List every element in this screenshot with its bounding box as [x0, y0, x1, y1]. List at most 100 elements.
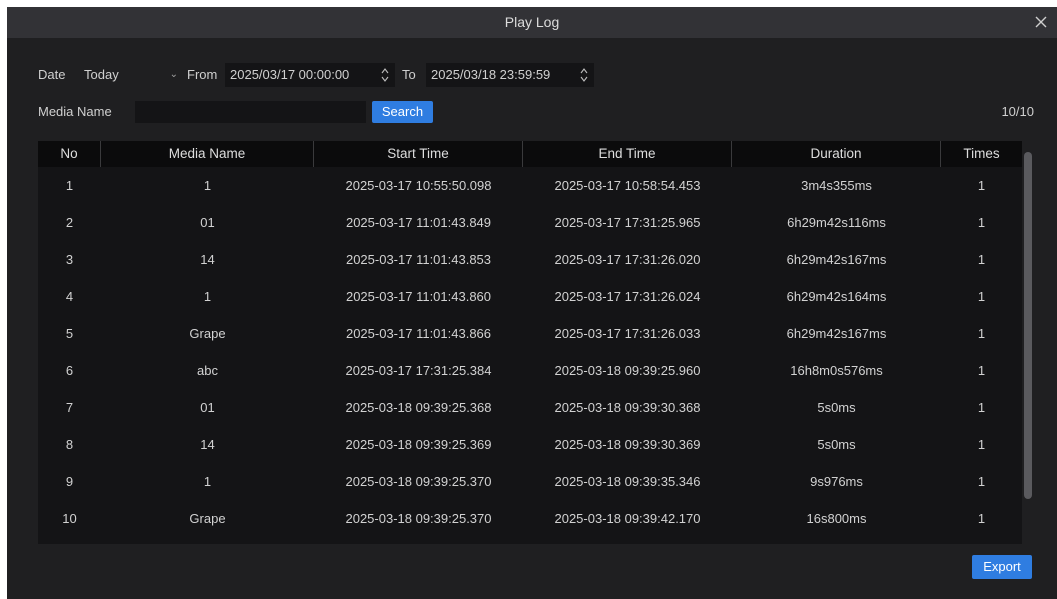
cell-times: 1 — [977, 289, 986, 304]
cell-media-name: Grape — [189, 511, 226, 526]
cell-media-name: 01 — [200, 400, 215, 415]
date-filter-row: Date Today ⌄ From 2025/03/17 00:00:00 To… — [7, 63, 1057, 87]
cell-no: 9 — [65, 474, 74, 489]
cell-start-time: 2025-03-17 10:55:50.098 — [345, 178, 492, 193]
cell-start-time: 2025-03-17 11:01:43.860 — [345, 289, 492, 304]
close-icon[interactable] — [1031, 12, 1051, 32]
cell-times: 1 — [977, 511, 986, 526]
cell-no: 3 — [65, 252, 74, 267]
cell-end-time: 2025-03-17 10:58:54.453 — [554, 178, 701, 193]
cell-duration: 16s800ms — [806, 511, 867, 526]
to-datetime-value: 2025/03/18 23:59:59 — [431, 67, 551, 82]
column-header-times[interactable]: Times — [941, 141, 1022, 167]
cell-start-time: 2025-03-17 11:01:43.853 — [345, 252, 492, 267]
cell-start-time: 2025-03-17 11:01:43.866 — [345, 326, 492, 341]
table-row[interactable]: 1 1 2025-03-17 10:55:50.098 2025-03-17 10:5… — [38, 167, 1022, 204]
result-count: 10/10 — [1001, 104, 1034, 119]
cell-end-time: 2025-03-17 17:31:26.020 — [554, 252, 701, 267]
table-row[interactable]: 8 14 2025-03-18 09:39:25.369 2025-03-18 09:… — [38, 426, 1022, 463]
table-row[interactable]: 3 14 2025-03-17 11:01:43.853 2025-03-17 17:… — [38, 241, 1022, 278]
cell-end-time: 2025-03-17 17:31:26.024 — [554, 289, 701, 304]
cell-times: 1 — [977, 437, 986, 452]
cell-duration: 5s0ms — [817, 400, 856, 415]
cell-media-name: 1 — [203, 474, 212, 489]
date-label: Date — [38, 67, 66, 82]
date-select[interactable]: Today ⌄ — [79, 63, 184, 87]
search-button[interactable]: Search — [372, 101, 433, 123]
cell-duration: 6h29m42s167ms — [786, 326, 887, 341]
table-row[interactable]: 7 01 2025-03-18 09:39:25.368 2025-03-18 09:… — [38, 389, 1022, 426]
cell-media-name: 1 — [203, 289, 212, 304]
cell-no: 5 — [65, 326, 74, 341]
dialog-title: Play Log — [504, 14, 560, 30]
play-log-table: No Media Name Start Time End Time Durati… — [38, 141, 1022, 544]
cell-no: 4 — [65, 289, 74, 304]
cell-duration: 6h29m42s116ms — [787, 215, 886, 230]
cell-end-time: 2025-03-18 09:39:30.368 — [554, 400, 701, 415]
cell-media-name: abc — [197, 363, 218, 378]
play-log-dialog: Play Log Date Today ⌄ From 2025/03/17 00… — [7, 7, 1057, 599]
cell-start-time: 2025-03-18 09:39:25.370 — [345, 511, 492, 526]
cell-no: 10 — [62, 511, 77, 526]
cell-end-time: 2025-03-18 09:39:30.369 — [554, 437, 701, 452]
cell-no: 1 — [65, 178, 74, 193]
cell-media-name: Grape — [189, 326, 226, 341]
cell-times: 1 — [977, 215, 986, 230]
chevron-down-icon: ⌄ — [169, 69, 178, 80]
table-row[interactable]: 2 01 2025-03-17 11:01:43.849 2025-03-17 17:… — [38, 204, 1022, 241]
spinner-arrows-icon[interactable] — [381, 66, 389, 84]
from-datetime-value: 2025/03/17 00:00:00 — [230, 67, 350, 82]
cell-start-time: 2025-03-17 11:01:43.849 — [345, 215, 492, 230]
table-row[interactable]: 4 1 2025-03-17 11:01:43.860 2025-03-17 17:3… — [38, 278, 1022, 315]
cell-duration: 16h8m0s576ms — [790, 363, 883, 378]
cell-times: 1 — [977, 363, 986, 378]
cell-duration: 9s976ms — [810, 474, 863, 489]
table-row[interactable]: 5 Grape 2025-03-17 11:01:43.866 2025-03-17 … — [38, 315, 1022, 352]
table-header: No Media Name Start Time End Time Durati… — [38, 141, 1022, 167]
cell-no: 7 — [65, 400, 74, 415]
table-row[interactable]: 9 1 2025-03-18 09:39:25.370 2025-03-18 09:3… — [38, 463, 1022, 500]
date-select-value: Today — [84, 67, 119, 82]
column-header-start-time[interactable]: Start Time — [314, 141, 523, 167]
column-header-media-name[interactable]: Media Name — [101, 141, 314, 167]
cell-times: 1 — [977, 400, 986, 415]
cell-times: 1 — [977, 252, 986, 267]
cell-duration: 6h29m42s167ms — [786, 252, 887, 267]
cell-end-time: 2025-03-18 09:39:42.170 — [554, 511, 701, 526]
cell-duration: 3m4s355ms — [801, 178, 872, 193]
cell-no: 2 — [65, 215, 74, 230]
column-header-duration[interactable]: Duration — [732, 141, 941, 167]
cell-start-time: 2025-03-17 17:31:25.384 — [345, 363, 492, 378]
from-label: From — [187, 67, 218, 82]
cell-end-time: 2025-03-18 09:39:25.960 — [554, 363, 701, 378]
cell-media-name: 01 — [200, 215, 215, 230]
cell-no: 8 — [65, 437, 74, 452]
cell-duration: 5s0ms — [817, 437, 856, 452]
cell-start-time: 2025-03-18 09:39:25.368 — [345, 400, 492, 415]
spinner-arrows-icon[interactable] — [580, 66, 588, 84]
cell-start-time: 2025-03-18 09:39:25.370 — [345, 474, 492, 489]
to-label: To — [402, 67, 416, 82]
cell-times: 1 — [977, 326, 986, 341]
media-name-label: Media Name — [38, 104, 112, 119]
column-header-end-time[interactable]: End Time — [523, 141, 732, 167]
table-row[interactable]: 10 Grape 2025-03-18 09:39:25.370 2025-03-18… — [38, 500, 1022, 537]
column-header-no[interactable]: No — [38, 141, 101, 167]
cell-times: 1 — [977, 474, 986, 489]
cell-no: 6 — [65, 363, 74, 378]
title-bar: Play Log — [7, 7, 1057, 38]
table-row[interactable]: 6 abc 2025-03-17 17:31:25.384 2025-03-18 09… — [38, 352, 1022, 389]
table-scrollbar[interactable] — [1024, 152, 1032, 499]
media-name-input[interactable] — [135, 101, 366, 123]
to-datetime-input[interactable]: 2025/03/18 23:59:59 — [426, 63, 594, 87]
export-button[interactable]: Export — [972, 555, 1032, 579]
cell-duration: 6h29m42s164ms — [786, 289, 887, 304]
cell-end-time: 2025-03-17 17:31:26.033 — [554, 326, 701, 341]
cell-media-name: 1 — [203, 178, 212, 193]
cell-end-time: 2025-03-17 17:31:25.965 — [554, 215, 701, 230]
from-datetime-input[interactable]: 2025/03/17 00:00:00 — [225, 63, 395, 87]
cell-media-name: 14 — [200, 252, 215, 267]
cell-media-name: 14 — [200, 437, 215, 452]
cell-start-time: 2025-03-18 09:39:25.369 — [345, 437, 492, 452]
cell-end-time: 2025-03-18 09:39:35.346 — [554, 474, 701, 489]
